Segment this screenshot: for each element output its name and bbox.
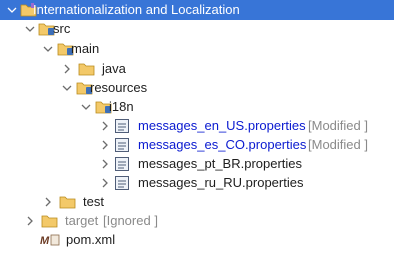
- chevron-right-icon[interactable]: [24, 211, 36, 231]
- chevron-right-icon[interactable]: [99, 135, 111, 155]
- tree-item-project[interactable]: Internationalization and Localization: [0, 0, 394, 20]
- folder-icon: [59, 194, 77, 210]
- file-label: messages_en_US.properties: [138, 118, 306, 133]
- target-label: target: [65, 213, 99, 228]
- chevron-down-icon[interactable]: [80, 97, 92, 117]
- resources-label: resources: [90, 80, 148, 95]
- modified-decoration: [Modified ]: [308, 118, 368, 133]
- main-label: main: [71, 41, 100, 56]
- properties-file-icon: [114, 156, 132, 172]
- file-label: messages_pt_BR.properties: [138, 156, 303, 171]
- modified-decoration: [Modified ]: [308, 137, 368, 152]
- chevron-right-icon[interactable]: [61, 59, 73, 79]
- chevron-right-icon[interactable]: [99, 173, 111, 193]
- folder-icon: [78, 61, 96, 77]
- chevron-down-icon[interactable]: [61, 78, 73, 98]
- chevron-right-icon[interactable]: [99, 116, 111, 136]
- properties-file-icon: [114, 118, 132, 134]
- svg-text:M: M: [40, 235, 50, 247]
- project-label: Internationalization and Localization: [33, 2, 240, 17]
- chevron-right-icon[interactable]: [42, 192, 54, 212]
- test-label: test: [83, 194, 104, 209]
- properties-file-icon: [114, 175, 132, 191]
- chevron-down-icon[interactable]: [42, 39, 54, 59]
- folder-icon: [41, 213, 59, 229]
- ignored-decoration: [Ignored ]: [103, 213, 158, 228]
- chevron-down-icon[interactable]: [24, 19, 36, 39]
- src-label: src: [53, 21, 71, 36]
- i18n-label: i18n: [109, 99, 134, 114]
- pom-label: pom.xml: [66, 232, 116, 247]
- properties-file-icon: [114, 137, 132, 153]
- maven-file-icon: M: [40, 232, 60, 248]
- java-label: java: [102, 61, 126, 76]
- file-label: messages_es_CO.properties: [138, 137, 307, 152]
- chevron-down-icon[interactable]: [6, 0, 18, 20]
- chevron-right-icon[interactable]: [99, 154, 111, 174]
- file-label: messages_ru_RU.properties: [138, 175, 304, 190]
